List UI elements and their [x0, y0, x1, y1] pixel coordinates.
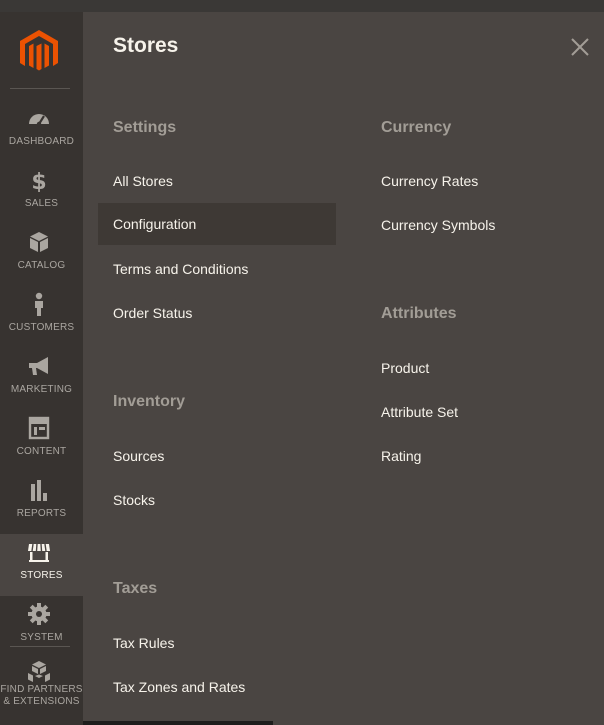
layout-icon — [28, 416, 50, 440]
sidebar-item-label: FIND PARTNERS & EXTENSIONS — [0, 684, 83, 707]
sidebar-item-label: CATALOG — [17, 260, 66, 271]
sidebar-item-label: DASHBOARD — [8, 136, 75, 147]
svg-text:$: $ — [31, 170, 46, 192]
section-settings-title: Settings — [113, 119, 177, 136]
menu-link-rating[interactable]: Rating — [366, 435, 421, 477]
section-currency-title: Currency — [381, 119, 452, 136]
menu-link-terms-and-conditions[interactable]: Terms and Conditions — [98, 248, 248, 290]
sidebar-item-label: CONTENT — [16, 446, 67, 457]
dashboard-icon — [29, 114, 49, 127]
sidebar-item-stores[interactable]: STORES — [0, 534, 83, 596]
menu-link-currency-symbols[interactable]: Currency Symbols — [366, 204, 495, 246]
bar-chart-icon — [31, 480, 47, 501]
menu-link-currency-rates[interactable]: Currency Rates — [366, 160, 478, 202]
sidebar-item-marketing[interactable]: MARKETING — [0, 348, 83, 410]
panel-title: Stores — [113, 34, 179, 57]
section-inventory-title: Inventory — [113, 393, 186, 410]
sidebar-item-label: REPORTS — [16, 508, 67, 519]
sidebar-item-dashboard[interactable]: DASHBOARD — [0, 100, 83, 162]
sidebar-item-catalog[interactable]: CATALOG — [0, 224, 83, 286]
menu-link-order-status[interactable]: Order Status — [98, 292, 192, 334]
menu-link-tax-zones-and-rates[interactable]: Tax Zones and Rates — [98, 666, 245, 708]
section-taxes-title: Taxes — [113, 580, 158, 597]
person-icon — [35, 292, 43, 316]
sidebar-divider — [10, 646, 70, 647]
menu-link-stocks[interactable]: Stocks — [98, 479, 155, 521]
magento-logo-icon[interactable] — [19, 29, 59, 73]
menu-link-all-stores[interactable]: All Stores — [98, 160, 173, 202]
menu-link-configuration[interactable]: Configuration — [98, 203, 336, 245]
sidebar-item-label: STORES — [20, 570, 63, 581]
menu-link-sources[interactable]: Sources — [98, 435, 164, 477]
sidebar-item-reports[interactable]: REPORTS — [0, 472, 83, 534]
close-icon[interactable] — [570, 37, 590, 57]
bottom-scroll-strip — [83, 721, 273, 725]
sidebar-item-content[interactable]: CONTENT — [0, 410, 83, 472]
menu-link-product[interactable]: Product — [366, 347, 429, 389]
sidebar-item-sales[interactable]: $ SALES — [0, 162, 83, 224]
menu-link-attribute-set[interactable]: Attribute Set — [366, 391, 458, 433]
box-icon — [30, 232, 48, 252]
gear-icon — [28, 603, 50, 625]
sidebar-item-partners[interactable]: FIND PARTNERS & EXTENSIONS — [0, 654, 83, 716]
boxes-icon — [28, 661, 50, 682]
menu-link-tax-rules[interactable]: Tax Rules — [98, 622, 174, 664]
top-bar — [0, 0, 604, 12]
dollar-icon: $ — [31, 170, 46, 192]
logo-divider — [10, 88, 70, 89]
sidebar-item-customers[interactable]: CUSTOMERS — [0, 286, 83, 348]
sidebar-item-label: SYSTEM — [20, 632, 63, 643]
stores-menu-panel: Stores Settings All Stores Configuration… — [83, 12, 604, 725]
megaphone-icon — [29, 357, 48, 375]
sidebar-item-label: CUSTOMERS — [8, 322, 75, 333]
sidebar-item-system[interactable]: SYSTEM — [0, 596, 83, 658]
section-attributes-title: Attributes — [381, 305, 457, 322]
admin-sidebar: DASHBOARD $ SALES CATALOG CUSTOMERS MARK… — [0, 12, 83, 725]
storefront-icon — [28, 543, 50, 562]
sidebar-item-label: SALES — [24, 198, 59, 209]
sidebar-item-label: MARKETING — [10, 384, 73, 395]
